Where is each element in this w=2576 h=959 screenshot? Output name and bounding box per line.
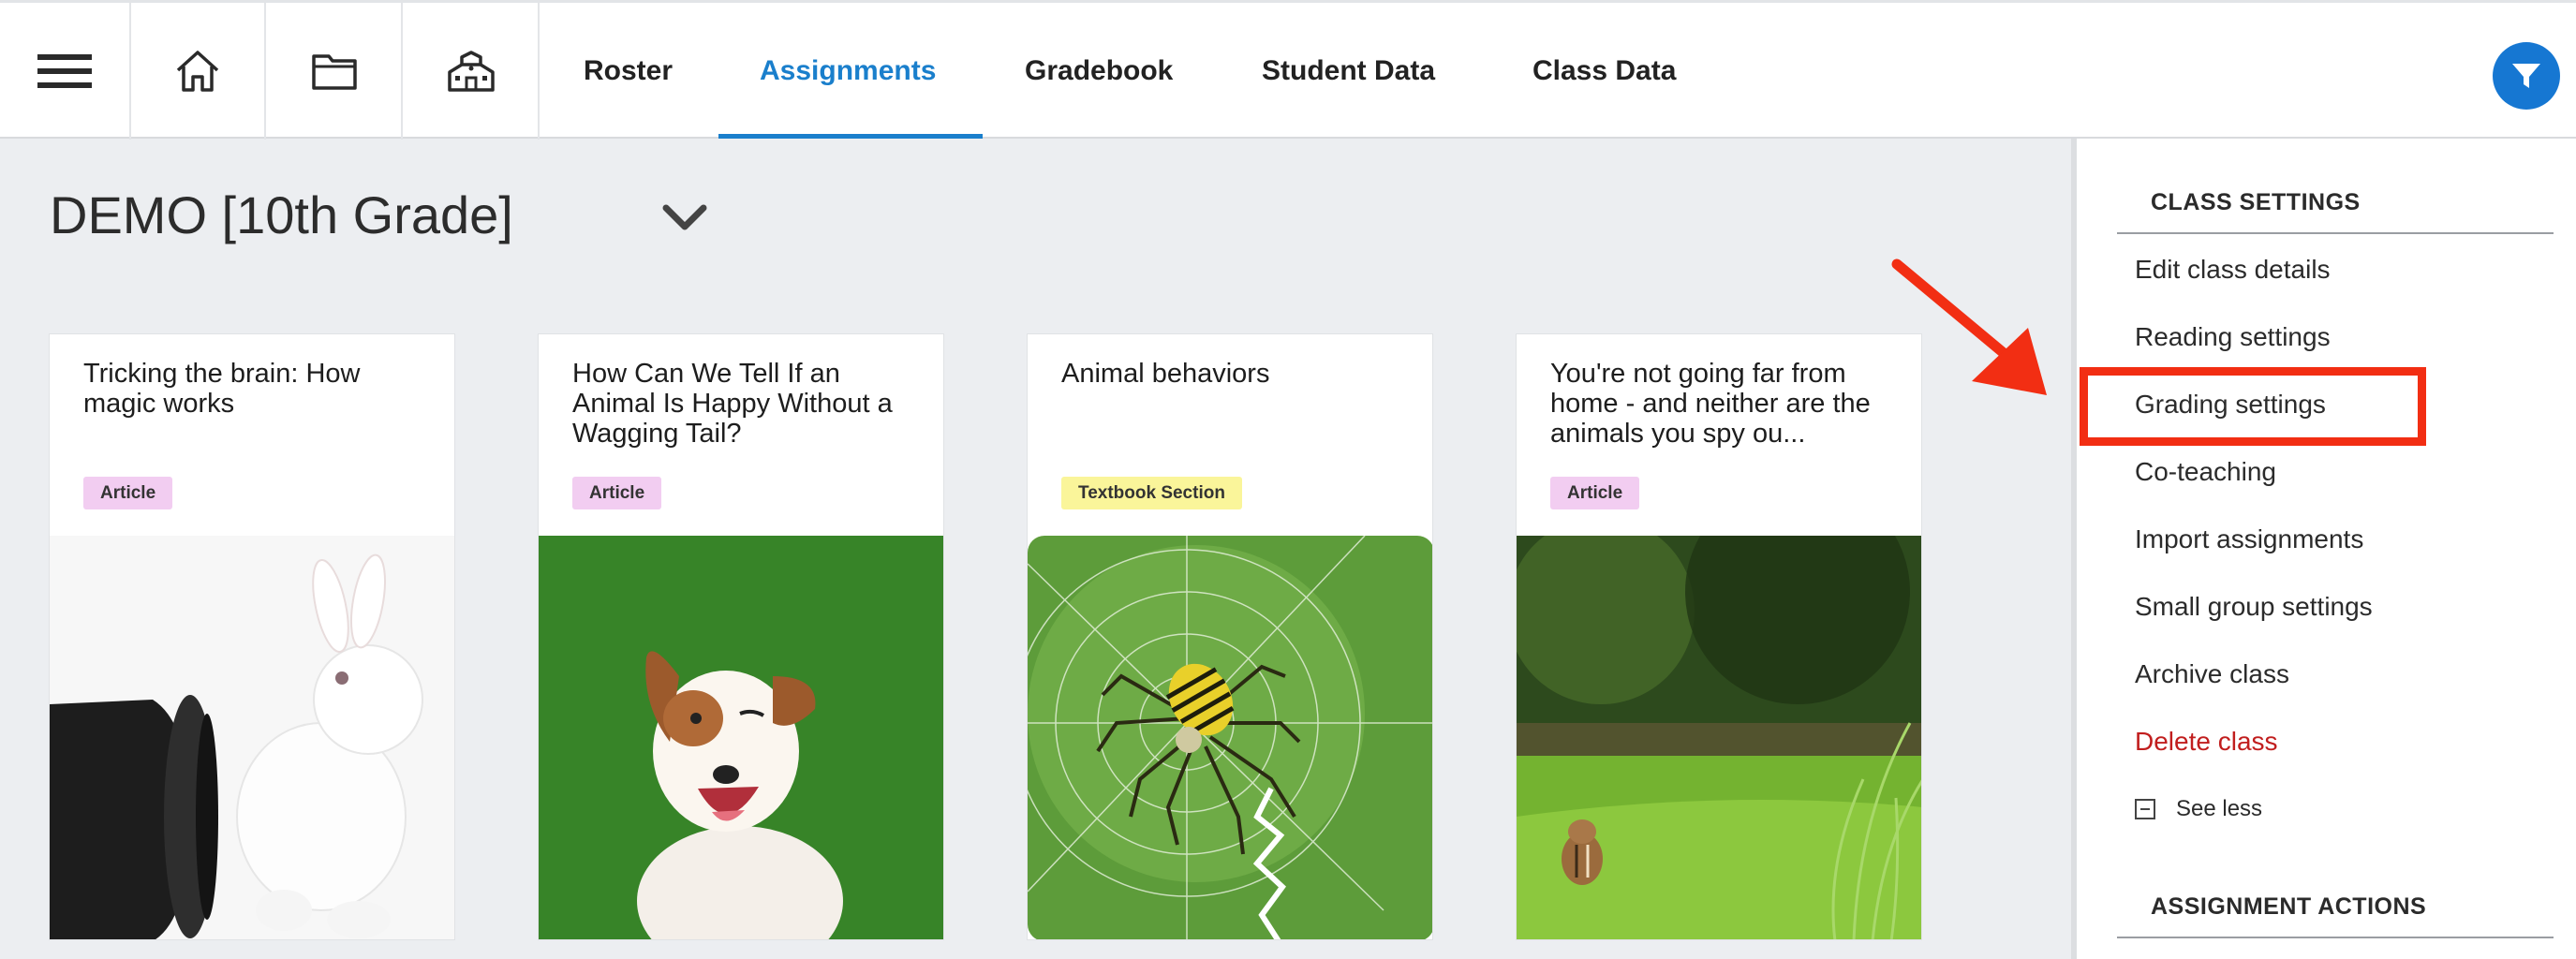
class-settings-heading: CLASS SETTINGS xyxy=(2151,189,2361,215)
folder-icon xyxy=(312,54,357,90)
delete-class-link[interactable]: Delete class xyxy=(2135,727,2278,757)
small-group-settings-link[interactable]: Small group settings xyxy=(2135,592,2373,622)
school-button[interactable] xyxy=(405,3,540,140)
chevron-down-icon[interactable] xyxy=(661,201,708,233)
content-type-badge: Article xyxy=(572,477,662,509)
assignment-title: Tricking the brain: How magic works xyxy=(83,359,361,419)
import-assignments-link[interactable]: Import assignments xyxy=(2135,524,2363,554)
assignment-thumbnail xyxy=(50,536,454,939)
home-button[interactable] xyxy=(131,3,266,140)
filter-button[interactable] xyxy=(2493,42,2560,110)
assignment-actions-heading: ASSIGNMENT ACTIONS xyxy=(2151,893,2427,920)
assignment-thumbnail xyxy=(1517,536,1921,939)
assignment-thumbnail xyxy=(1028,536,1432,939)
assignment-title: You're not going far from home - and nei… xyxy=(1550,359,1871,449)
assignment-thumbnail xyxy=(539,536,943,939)
menu-icon xyxy=(37,54,92,88)
archive-class-link[interactable]: Archive class xyxy=(2135,659,2289,689)
assignment-card[interactable]: Tricking the brain: How magic works Arti… xyxy=(49,333,455,940)
see-less-label: See less xyxy=(2176,796,2263,821)
home-icon xyxy=(176,51,219,92)
content-type-badge: Article xyxy=(83,477,173,509)
assignment-title: How Can We Tell If an Animal Is Happy Wi… xyxy=(572,359,893,449)
tab-student-data[interactable]: Student Data xyxy=(1262,3,1435,140)
assignment-title: Animal behaviors xyxy=(1061,359,1270,389)
section-divider xyxy=(2117,232,2554,234)
co-teaching-link[interactable]: Co-teaching xyxy=(2135,457,2276,487)
active-tab-indicator xyxy=(718,134,983,139)
menu-button[interactable] xyxy=(0,3,131,140)
annotation-highlight-box xyxy=(2080,367,2426,446)
folder-button[interactable] xyxy=(268,3,403,140)
filter-icon xyxy=(2512,64,2540,88)
reading-settings-link[interactable]: Reading settings xyxy=(2135,322,2331,352)
tab-gradebook[interactable]: Gradebook xyxy=(1025,3,1173,140)
minus-square-icon xyxy=(2135,799,2155,819)
assignment-card[interactable]: How Can We Tell If an Animal Is Happy Wi… xyxy=(538,333,944,940)
class-settings-panel: CLASS SETTINGS Edit class details Readin… xyxy=(2071,139,2576,959)
content-type-badge: Textbook Section xyxy=(1061,477,1242,509)
tab-assignments[interactable]: Assignments xyxy=(760,3,936,140)
content-type-badge: Article xyxy=(1550,477,1640,509)
annotation-arrow-icon xyxy=(1891,258,2047,395)
assignment-card[interactable]: Animal behaviors Textbook Section xyxy=(1027,333,1433,940)
section-divider xyxy=(2117,937,2554,938)
tab-class-data[interactable]: Class Data xyxy=(1532,3,1676,140)
tab-roster[interactable]: Roster xyxy=(584,3,673,140)
class-title[interactable]: DEMO [10th Grade] xyxy=(50,184,513,245)
school-icon xyxy=(448,51,495,92)
see-less-toggle[interactable]: See less xyxy=(2135,796,2262,822)
assignment-card[interactable]: You're not going far from home - and nei… xyxy=(1516,333,1922,940)
edit-class-details-link[interactable]: Edit class details xyxy=(2135,255,2331,285)
top-navigation-bar: Roster Assignments Gradebook Student Dat… xyxy=(0,0,2576,140)
